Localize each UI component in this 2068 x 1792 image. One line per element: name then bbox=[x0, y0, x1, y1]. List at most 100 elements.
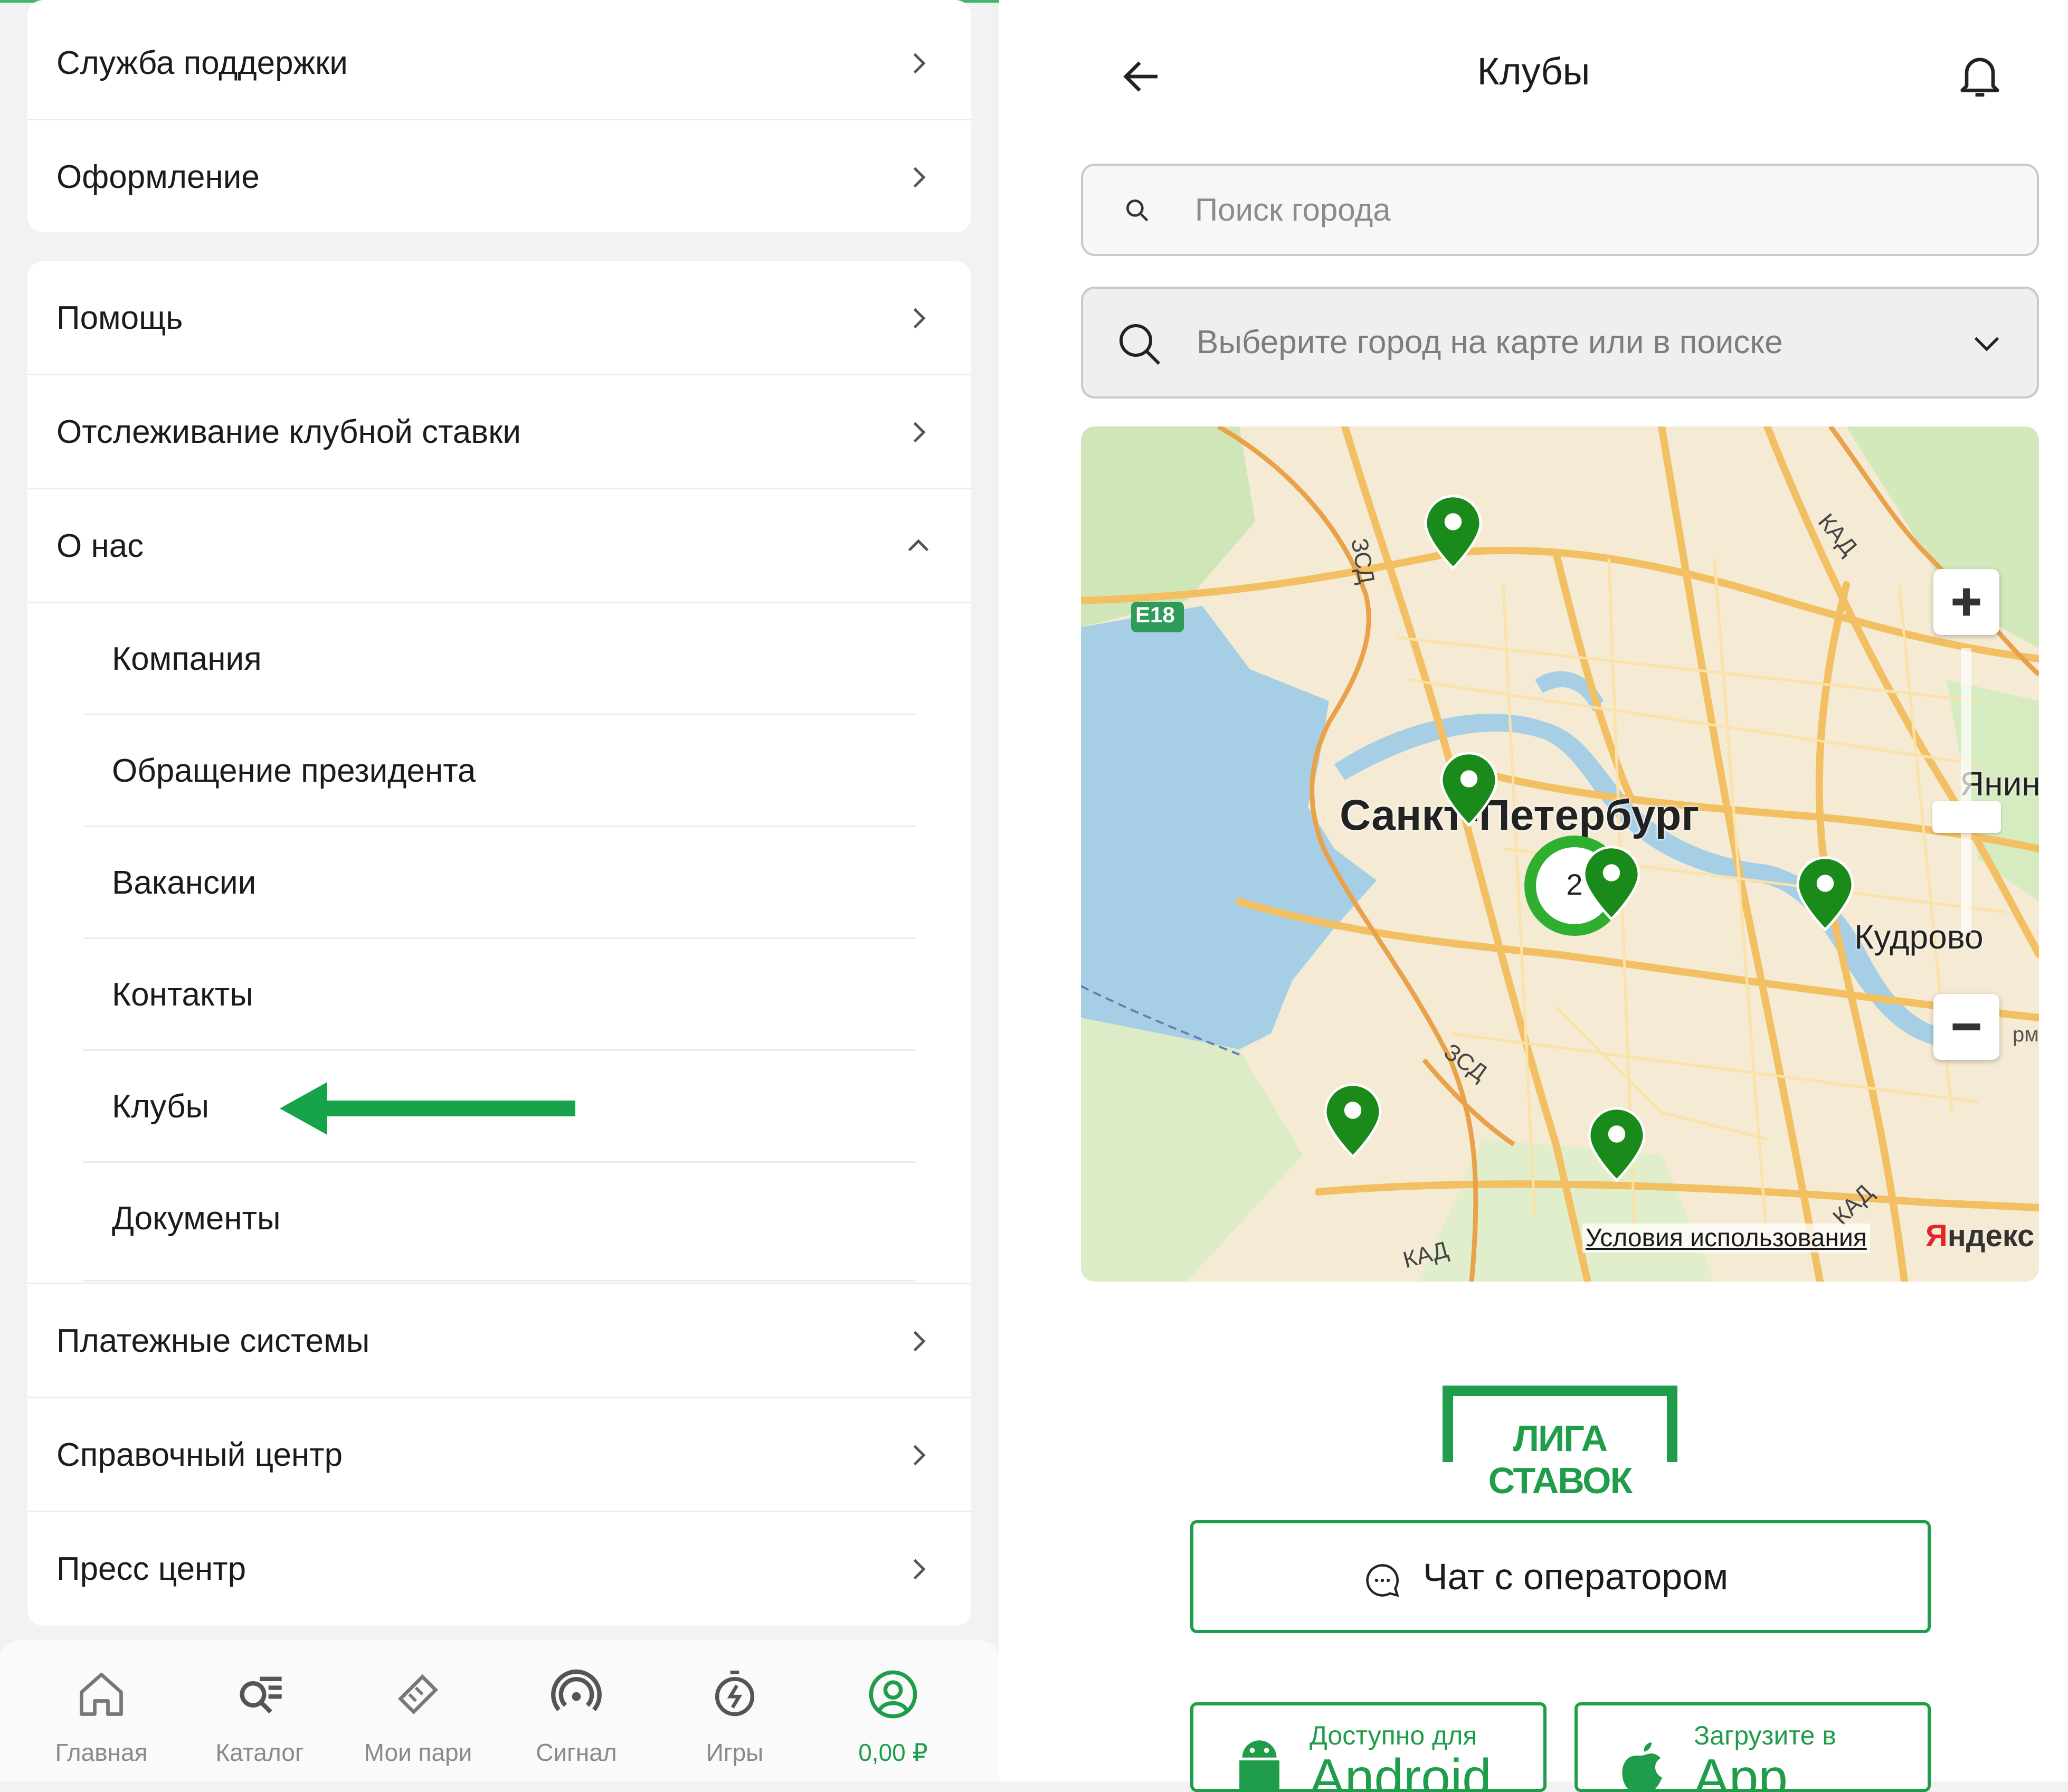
nav-balance-label: 0,00 ₽ bbox=[858, 1739, 928, 1766]
submenu-item-vacancies[interactable]: Вакансии bbox=[27, 827, 971, 939]
menu-card-support: Служба поддержки Оформление bbox=[27, 0, 971, 232]
menu-item-label: Пресс центр bbox=[56, 1551, 246, 1587]
nav-my-bets[interactable]: Мои пари bbox=[339, 1641, 497, 1781]
page-title: Клубы bbox=[1477, 51, 1590, 93]
chevron-right-icon bbox=[913, 422, 926, 443]
appstore-small-label: Загрузите в bbox=[1694, 1721, 1836, 1750]
menu-item-label: Помощь bbox=[56, 300, 183, 336]
ticket-icon bbox=[397, 1674, 439, 1715]
home-icon bbox=[80, 1673, 123, 1716]
nav-signal[interactable]: Сигнал bbox=[497, 1641, 656, 1781]
menu-item-about[interactable]: О нас bbox=[27, 489, 971, 603]
submenu-item-contacts[interactable]: Контакты bbox=[27, 939, 971, 1051]
submenu-item-label: Документы bbox=[112, 1200, 281, 1237]
submenu-item-label: Контакты bbox=[112, 976, 253, 1013]
nav-games[interactable]: Игры bbox=[656, 1641, 814, 1781]
nav-label: Мои пари bbox=[364, 1739, 472, 1766]
submenu-item-president-address[interactable]: Обращение президента bbox=[27, 715, 971, 827]
map-road-badge: E18 bbox=[1135, 602, 1175, 627]
chevron-down-icon bbox=[1974, 337, 1999, 352]
club-location-pin-icon[interactable] bbox=[1419, 492, 1487, 572]
club-location-pin-icon[interactable] bbox=[1577, 843, 1646, 923]
bottom-navigation: Главная Каталог Мои пари Сигнал Игры 0,0… bbox=[0, 1641, 999, 1781]
stopwatch-icon bbox=[715, 1671, 755, 1717]
menu-item-club-bet-tracking[interactable]: Отслеживание клубной ставки bbox=[27, 375, 971, 489]
nav-catalog[interactable]: Каталог bbox=[181, 1641, 339, 1781]
chat-with-operator-button[interactable]: Чат с оператором bbox=[1190, 1520, 1931, 1633]
club-location-pin-icon[interactable] bbox=[1791, 854, 1860, 933]
menu-item-help[interactable]: Помощь bbox=[27, 261, 971, 375]
nav-label: Каталог bbox=[215, 1739, 304, 1766]
logo-text: ЛИГА СТАВОК bbox=[1488, 1418, 1633, 1501]
nav-profile[interactable]: 0,00 ₽ bbox=[814, 1641, 972, 1781]
provider-first-letter: Я bbox=[1925, 1219, 1948, 1253]
submenu-item-company[interactable]: Компания bbox=[27, 603, 971, 715]
nav-label: Главная bbox=[55, 1739, 148, 1766]
zoom-in-button[interactable] bbox=[1933, 569, 1999, 635]
menu-item-label: О нас bbox=[56, 528, 144, 564]
search-placeholder: Поиск города bbox=[1195, 192, 1391, 227]
menu-card-main: Помощь Отслеживание клубной ставки О нас… bbox=[27, 261, 971, 1626]
menu-item-help-center[interactable]: Справочный центр bbox=[27, 1398, 971, 1512]
minus-icon bbox=[1952, 1023, 1980, 1031]
highlight-arrow-icon bbox=[280, 1082, 575, 1135]
map-town-label: рм bbox=[2013, 1023, 2039, 1046]
submenu-item-label: Компания bbox=[112, 641, 262, 677]
android-small-label: Доступно для bbox=[1310, 1721, 1477, 1750]
menu-item-label: Справочный центр bbox=[56, 1437, 343, 1473]
chevron-right-icon bbox=[913, 1559, 926, 1580]
menu-item-label: Платежные системы bbox=[56, 1323, 370, 1359]
zoom-out-button[interactable] bbox=[1933, 994, 1999, 1060]
map-city-label: Санкт-Петербург bbox=[1340, 791, 1700, 839]
apple-icon bbox=[1622, 1742, 1662, 1789]
city-select-dropdown[interactable]: Выберите город на карте или в поиске bbox=[1081, 287, 2039, 399]
submenu-item-label: Вакансии bbox=[112, 865, 257, 901]
android-big-label: Android bbox=[1310, 1748, 1492, 1792]
chat-button-label: Чат с оператором bbox=[1423, 1556, 1729, 1597]
club-location-pin-icon[interactable] bbox=[1435, 750, 1503, 829]
nav-label: Игры bbox=[706, 1739, 764, 1766]
chat-bubble-icon bbox=[1366, 1564, 1399, 1597]
chevron-up-icon bbox=[908, 539, 929, 552]
menu-item-payment-systems[interactable]: Платежные системы bbox=[27, 1284, 971, 1398]
zoom-slider-handle[interactable] bbox=[1932, 801, 2001, 833]
city-search-input[interactable]: Поиск города bbox=[1081, 164, 2039, 256]
menu-item-label: Отслеживание клубной ставки bbox=[56, 414, 521, 450]
android-icon bbox=[1239, 1740, 1279, 1789]
android-download-button[interactable]: Доступно для Android bbox=[1190, 1702, 1547, 1792]
club-location-pin-icon[interactable] bbox=[1582, 1105, 1651, 1184]
bell-icon[interactable] bbox=[1953, 49, 2006, 101]
clubs-screen: Клубы Поиск города Выберите город на кар… bbox=[999, 0, 2068, 1792]
signal-icon bbox=[551, 1669, 602, 1711]
submenu-item-documents[interactable]: Документы bbox=[27, 1163, 971, 1282]
catalog-search-icon bbox=[240, 1676, 282, 1714]
menu-item-label: Служба поддержки bbox=[56, 45, 348, 81]
chevron-right-icon bbox=[913, 167, 926, 188]
chevron-right-icon bbox=[913, 308, 926, 329]
submenu-item-label: Обращение президента bbox=[112, 753, 476, 789]
map-town-label: Янин bbox=[1960, 765, 2039, 803]
menu-item-support[interactable]: Служба поддержки bbox=[27, 6, 971, 120]
search-icon bbox=[1126, 200, 1149, 222]
plus-icon bbox=[1952, 588, 1980, 616]
settings-menu-panel: Служба поддержки Оформление Помощь Отсле… bbox=[0, 0, 999, 1781]
chevron-right-icon bbox=[913, 1331, 926, 1352]
city-select-placeholder: Выберите город на карте или в поиске bbox=[1197, 324, 1783, 361]
nav-home[interactable]: Главная bbox=[22, 1641, 181, 1781]
search-icon bbox=[1120, 324, 1161, 365]
zoom-slider-track[interactable] bbox=[1961, 648, 1971, 933]
clubs-map[interactable]: E18 ЗСД ЗСД КАД КАД КАД Санкт-Петербург … bbox=[1081, 426, 2039, 1282]
profile-icon bbox=[869, 1670, 917, 1719]
club-location-pin-icon[interactable] bbox=[1318, 1081, 1387, 1160]
menu-item-label: Оформление bbox=[56, 159, 260, 195]
brand-logo: ЛИГА СТАВОК bbox=[1443, 1386, 1677, 1501]
menu-item-design[interactable]: Оформление bbox=[27, 120, 971, 232]
submenu-item-label: Клубы bbox=[112, 1088, 210, 1125]
appstore-download-button[interactable]: Загрузите в App Store bbox=[1574, 1702, 1931, 1792]
appstore-big-label: App Store bbox=[1694, 1748, 1788, 1792]
map-provider-logo: Яндекс bbox=[1925, 1218, 2034, 1254]
menu-item-press-center[interactable]: Пресс центр bbox=[27, 1512, 971, 1626]
map-terms-link[interactable]: Условия использования bbox=[1582, 1224, 1870, 1253]
nav-label: Сигнал bbox=[536, 1739, 617, 1766]
chevron-right-icon bbox=[913, 1445, 926, 1466]
